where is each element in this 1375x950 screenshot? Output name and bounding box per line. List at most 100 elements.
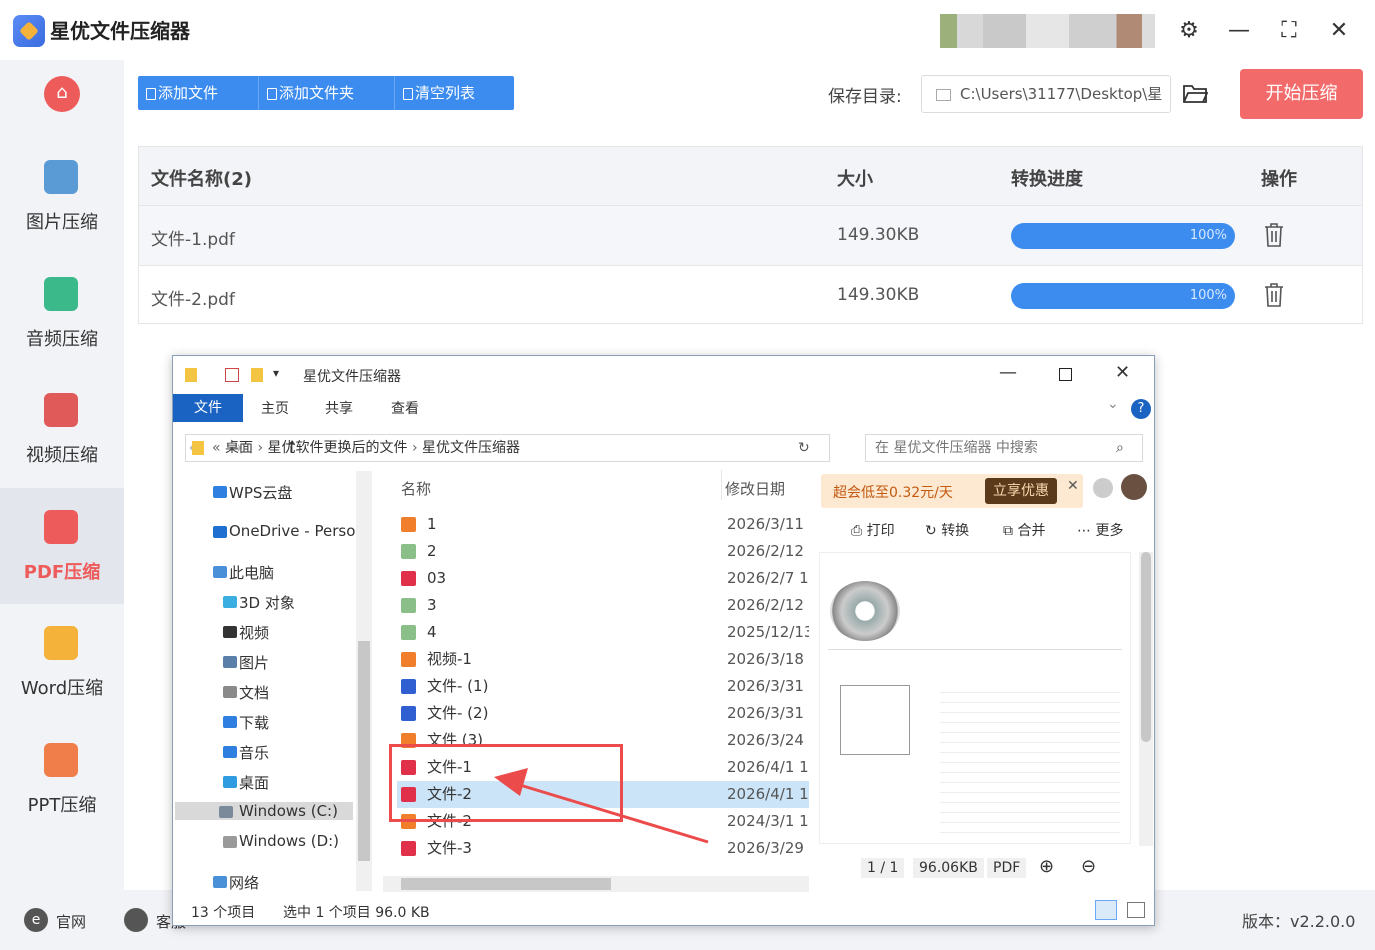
- nav-scrollbar[interactable]: [356, 471, 372, 891]
- promo-close-icon[interactable]: ✕: [1067, 478, 1079, 494]
- tab-share[interactable]: 共享: [325, 398, 353, 418]
- promo-banner: 超会低至0.32元/天 立享优惠: [821, 474, 1083, 508]
- more-button[interactable]: ⋯ 更多: [1077, 520, 1123, 540]
- folder-open-icon[interactable]: [1182, 82, 1208, 104]
- file-row-name: 2: [427, 542, 437, 560]
- ribbon: 文件 主页 共享 查看 ⌄ ?: [173, 394, 1154, 424]
- file-row[interactable]: 1 2026/3/11 1: [397, 511, 809, 538]
- file-row[interactable]: 文件- (1) 2026/3/31 1: [397, 673, 809, 700]
- sidebar-item-pdf[interactable]: PDF压缩: [0, 487, 124, 604]
- nav-item[interactable]: 音乐: [223, 742, 269, 763]
- zoom-out-icon[interactable]: ⊖: [1081, 856, 1096, 877]
- file-row-name: 3: [427, 596, 437, 614]
- file-row-date: 2026/3/24 1: [727, 731, 809, 749]
- file-row[interactable]: 文件- (2) 2026/3/31 1: [397, 700, 809, 727]
- format-indicator: PDF: [987, 858, 1027, 878]
- file-row[interactable]: 视频-1 2026/3/18 1: [397, 646, 809, 673]
- properties-icon[interactable]: [225, 368, 239, 382]
- nav-item-icon: [223, 836, 237, 848]
- sidebar-item-label: 视频压缩: [26, 445, 98, 466]
- nav-item[interactable]: Windows (C:): [175, 802, 353, 820]
- convert-button[interactable]: ↻ 转换: [925, 520, 969, 540]
- search-input[interactable]: 在 星优文件压缩器 中搜索 ⌕: [865, 434, 1143, 462]
- maximize-icon[interactable]: ⛶: [1272, 14, 1306, 48]
- sidebar-item-video[interactable]: 视频压缩: [0, 371, 124, 487]
- ex-close-icon[interactable]: ✕: [1115, 362, 1130, 383]
- print-button[interactable]: ⎙ 打印: [851, 520, 895, 540]
- nav-item[interactable]: 图片: [223, 652, 269, 673]
- crumb-folder[interactable]: 星优软件更换后的文件: [268, 440, 408, 456]
- shield-icon[interactable]: [1093, 478, 1113, 498]
- nav-item[interactable]: 文档: [223, 682, 269, 703]
- ie-icon[interactable]: e: [24, 908, 48, 932]
- file-row[interactable]: 2 2026/2/12 1: [397, 538, 809, 565]
- refresh-icon[interactable]: ↻: [798, 435, 810, 461]
- chat-icon[interactable]: [124, 908, 148, 932]
- minimize-icon[interactable]: —: [1222, 14, 1256, 48]
- nav-item[interactable]: WPS云盘: [213, 482, 292, 503]
- large-icons-view-icon[interactable]: [1127, 902, 1145, 918]
- h-scrollbar[interactable]: [383, 876, 809, 892]
- user-avatar[interactable]: [940, 14, 1155, 48]
- new-folder-icon[interactable]: [251, 368, 263, 382]
- file-row-name: 文件-3: [427, 839, 472, 857]
- sidebar-item-label: 音频压缩: [26, 328, 98, 350]
- home-icon[interactable]: ⌂: [44, 76, 80, 112]
- col-divider: [721, 470, 722, 500]
- col-date-header[interactable]: 修改日期: [725, 478, 785, 499]
- nav-item[interactable]: 此电脑: [213, 562, 274, 583]
- close-icon[interactable]: ✕: [1322, 14, 1356, 48]
- file-row-date: 2026/2/12 1: [727, 596, 809, 614]
- merge-button[interactable]: ⧉ 合并: [1003, 520, 1045, 540]
- trash-icon[interactable]: [1263, 222, 1285, 248]
- nav-item[interactable]: OneDrive - Persor: [213, 522, 362, 540]
- avatar[interactable]: [1121, 474, 1147, 500]
- address-bar[interactable]: « 桌面 › 星优软件更换后的文件 › 星优文件压缩器 ↻: [185, 434, 830, 462]
- file-type-icon: [401, 517, 416, 532]
- file-row-date: 2026/2/12 1: [727, 542, 809, 560]
- promo-button[interactable]: 立享优惠: [985, 478, 1057, 504]
- trash-icon[interactable]: [1263, 282, 1285, 308]
- save-path-field[interactable]: C:\Users\31177\Desktop\星: [921, 75, 1171, 113]
- nav-item-icon: [223, 656, 237, 668]
- nav-item[interactable]: Windows (D:): [223, 832, 339, 850]
- tab-view[interactable]: 查看: [391, 398, 419, 418]
- sidebar-item-ppt[interactable]: PPT压缩: [0, 721, 124, 837]
- file-row-date: 2026/3/29 1: [727, 839, 809, 857]
- ribbon-expand-icon[interactable]: ⌄: [1107, 396, 1119, 412]
- help-icon[interactable]: ?: [1131, 399, 1151, 419]
- add-file-button[interactable]: 添加文件: [138, 76, 259, 110]
- start-compress-button[interactable]: 开始压缩: [1240, 69, 1363, 119]
- nav-item[interactable]: 桌面: [223, 772, 269, 793]
- col-name-header[interactable]: 名称: [401, 478, 431, 499]
- sidebar-item-music[interactable]: 音频压缩: [0, 255, 124, 371]
- sidebar-item-image[interactable]: 图片压缩: [0, 138, 124, 254]
- crumb-desktop[interactable]: 桌面: [225, 440, 253, 456]
- nav-item[interactable]: 视频: [223, 622, 269, 643]
- highlight-arrow: [494, 768, 709, 844]
- website-link[interactable]: 官网: [56, 911, 86, 932]
- add-folder-button[interactable]: 添加文件夹: [259, 76, 395, 110]
- ex-maximize-icon[interactable]: [1059, 368, 1072, 381]
- file-row[interactable]: 4 2025/12/13: [397, 619, 809, 646]
- table-row[interactable]: 文件-2.pdf 149.30KB 100%: [139, 265, 1362, 325]
- ex-minimize-icon[interactable]: —: [999, 362, 1017, 383]
- file-row[interactable]: 3 2026/2/12 1: [397, 592, 809, 619]
- settings-icon[interactable]: ⚙: [1172, 14, 1206, 48]
- nav-item[interactable]: 下载: [223, 712, 269, 733]
- nav-item[interactable]: 3D 对象: [223, 592, 295, 613]
- sidebar-item-word[interactable]: Word压缩: [0, 604, 124, 720]
- nav-item[interactable]: 网络: [213, 872, 259, 893]
- explorer-title: 星优文件压缩器: [303, 369, 401, 385]
- details-view-icon[interactable]: [1095, 900, 1117, 920]
- tab-home[interactable]: 主页: [261, 398, 289, 418]
- quick-access-dropdown-icon[interactable]: ▾: [273, 366, 279, 380]
- tab-file[interactable]: 文件: [173, 394, 243, 422]
- clear-list-button[interactable]: 清空列表: [395, 76, 514, 110]
- crumb-current[interactable]: 星优文件压缩器: [422, 440, 520, 456]
- file-row[interactable]: 03 2026/2/7 14: [397, 565, 809, 592]
- folder-icon: [185, 368, 197, 382]
- table-row[interactable]: 文件-1.pdf 149.30KB 100%: [139, 205, 1362, 265]
- preview-scrollbar[interactable]: [1139, 552, 1153, 846]
- zoom-in-icon[interactable]: ⊕: [1039, 856, 1054, 877]
